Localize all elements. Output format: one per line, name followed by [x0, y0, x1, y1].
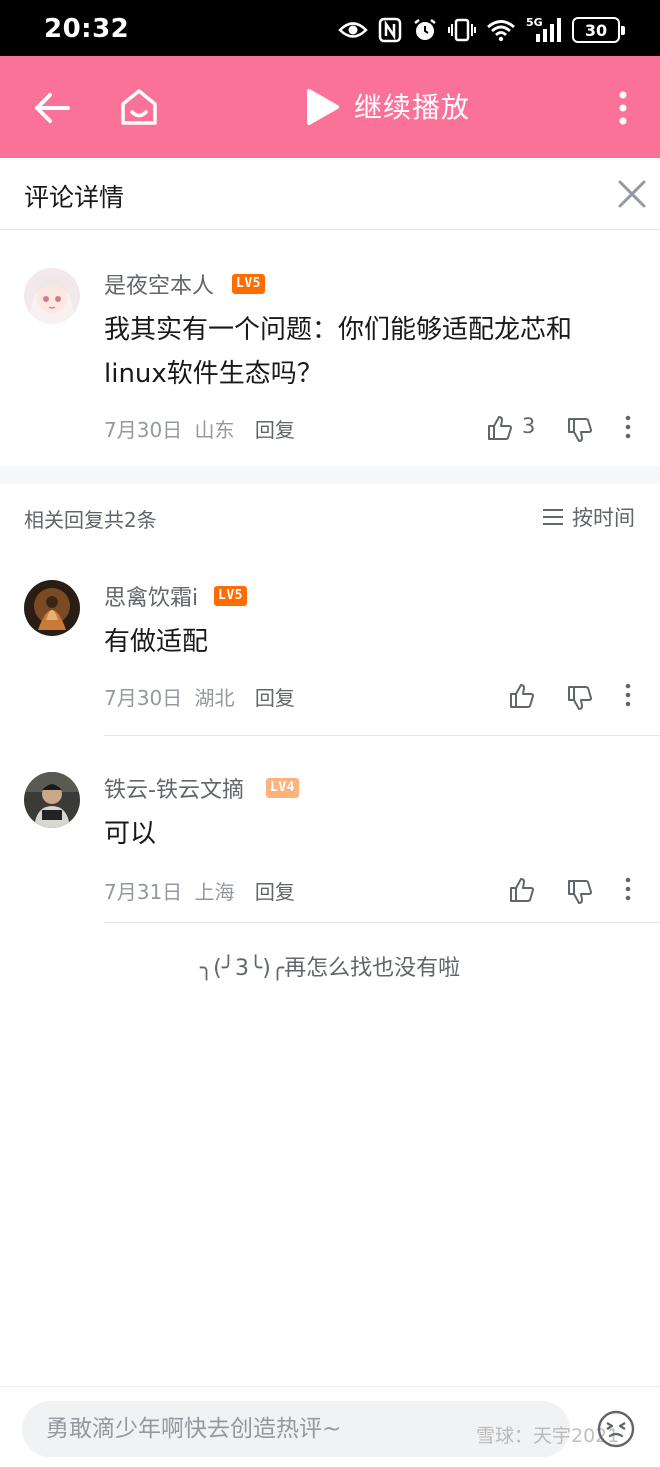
wifi-icon: [487, 20, 515, 42]
thumbs-up-icon[interactable]: [508, 682, 536, 710]
alarm-icon: [414, 19, 436, 40]
sort-label: 按时间: [572, 506, 635, 530]
back-arrow-icon[interactable]: [30, 86, 74, 130]
svg-text:5G: 5G: [526, 16, 543, 29]
thumbs-down-icon[interactable]: [566, 878, 594, 906]
battery-icon: 30: [572, 17, 625, 43]
avatar[interactable]: [24, 772, 80, 828]
status-time: 20:32: [44, 14, 130, 44]
page-title: 评论详情: [24, 183, 125, 212]
comment-location: 上海: [194, 880, 235, 904]
divider: [104, 735, 660, 736]
person-photo-avatar-icon: [24, 772, 80, 828]
divider: [104, 922, 660, 923]
eye-icon: [338, 22, 368, 38]
reply-meta: 7月30日 湖北 回复: [104, 682, 295, 711]
home-icon[interactable]: [116, 84, 162, 130]
reply-content: 有做适配: [104, 627, 209, 657]
anime-girl-avatar-icon: [24, 268, 80, 324]
section-gap: [0, 466, 660, 484]
thumbs-up-icon[interactable]: [486, 414, 514, 442]
comment-date: 7月30日: [104, 418, 183, 442]
avatar[interactable]: [24, 580, 80, 636]
reply-content: 可以: [104, 819, 157, 849]
comment-location: 山东: [194, 418, 235, 442]
reply-button[interactable]: 回复: [255, 418, 295, 442]
avatar[interactable]: [24, 268, 80, 324]
thumbs-down-icon[interactable]: [566, 684, 594, 712]
level-badge: LV5: [214, 586, 247, 606]
root-comment-content-line: 我其实有一个问题：你们能够适配龙芯和: [104, 315, 573, 345]
battery-level: 30: [584, 20, 608, 40]
vibrate-icon: [448, 18, 476, 42]
replies-header: 相关回复共2条 按时间: [0, 484, 660, 548]
resume-play-button[interactable]: 继续播放: [354, 86, 470, 126]
more-vertical-icon[interactable]: [620, 414, 636, 440]
reply-button[interactable]: 回复: [255, 880, 295, 904]
nfc-icon: [378, 17, 402, 43]
root-comment-username[interactable]: 是夜空本人: [104, 268, 214, 300]
no-more-text: ╮(╯3╰)╭再怎么找也没有啦: [199, 956, 461, 981]
reply-button[interactable]: 回复: [255, 686, 295, 710]
reply-username[interactable]: 铁云-铁云文摘: [104, 772, 244, 804]
comment-location: 湖北: [194, 686, 235, 710]
more-vertical-icon[interactable]: [608, 86, 638, 130]
reply-username[interactable]: 思禽饮霜i: [104, 580, 198, 612]
more-vertical-icon[interactable]: [620, 876, 636, 902]
comment-date: 7月30日: [104, 686, 183, 710]
comment-input-bar: 雪球：天宇2021: [0, 1386, 660, 1467]
root-comment-content: 我其实有一个问题：你们能够适配龙芯和 linux软件生态吗？: [104, 308, 644, 396]
top-bar: 继续播放: [0, 56, 660, 158]
comment-date: 7月31日: [104, 880, 183, 904]
close-icon[interactable]: [616, 178, 648, 210]
like-count: 3: [522, 414, 536, 438]
thumbs-down-icon[interactable]: [566, 416, 594, 444]
reply-meta: 7月31日 上海 回复: [104, 876, 295, 905]
play-icon[interactable]: [304, 88, 340, 126]
more-vertical-icon[interactable]: [620, 682, 636, 708]
replies-count: 相关回复共2条: [24, 508, 157, 532]
signal-5g-icon: 5G: [526, 16, 561, 42]
root-comment-content-line: linux软件生态吗？: [104, 359, 323, 389]
status-icons: 5G 30: [338, 15, 625, 45]
emoji-icon[interactable]: [596, 1409, 636, 1449]
dark-portrait-avatar-icon: [24, 580, 80, 636]
list-sort-icon: [543, 509, 563, 525]
status-bar: 20:32 5G 30: [0, 0, 660, 56]
level-badge: LV5: [232, 274, 265, 294]
level-badge: LV4: [266, 778, 299, 798]
comment-detail-header: 评论详情: [0, 158, 660, 230]
sort-button[interactable]: 按时间: [542, 502, 635, 532]
root-comment-meta: 7月30日 山东 回复: [104, 414, 295, 443]
thumbs-up-icon[interactable]: [508, 876, 536, 904]
